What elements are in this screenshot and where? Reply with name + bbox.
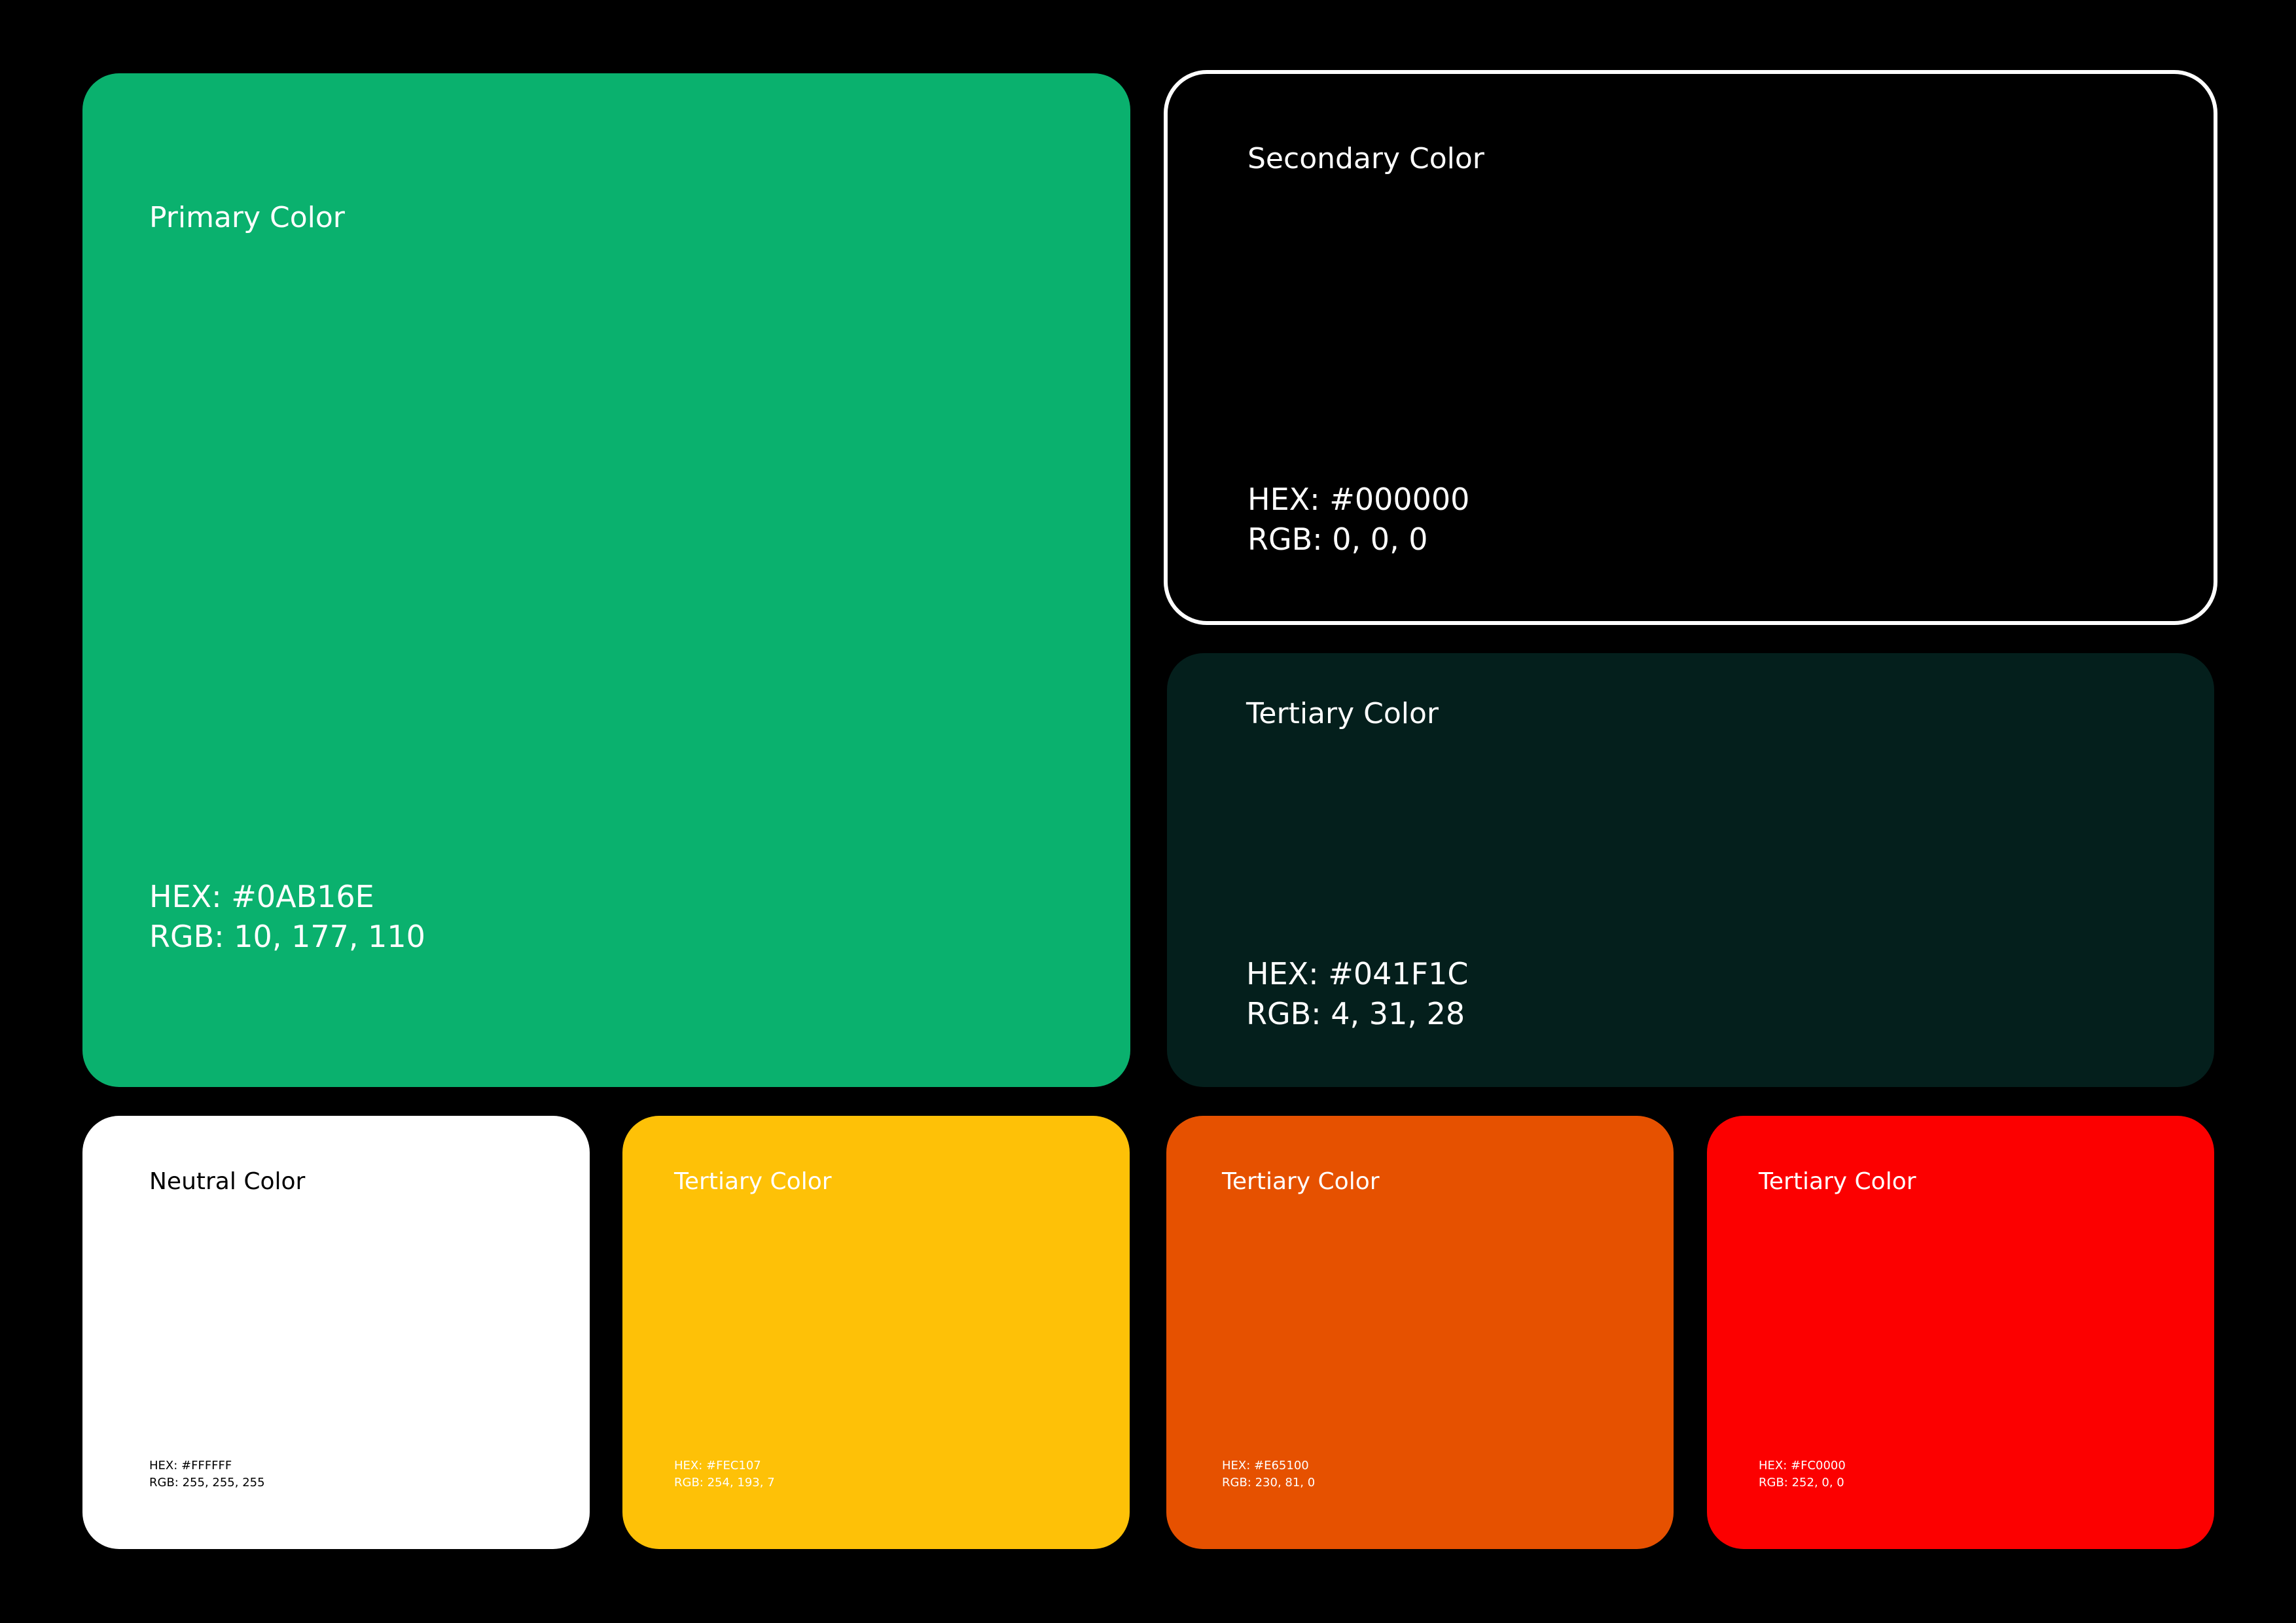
swatch-title: Primary Color [149,201,345,234]
hex-value: HEX: #FFFFFF [149,1459,232,1472]
swatch-values: HEX: #FEC107 RGB: 254, 193, 7 [674,1457,775,1491]
hex-value: HEX: #FC0000 [1759,1459,1846,1472]
hex-value: HEX: #041F1C [1246,956,1469,991]
tertiary-yellow-color-swatch: Tertiary Color HEX: #FEC107 RGB: 254, 19… [622,1116,1130,1549]
neutral-color-swatch: Neutral Color HEX: #FFFFFF RGB: 255, 255… [82,1116,590,1549]
swatch-title: Neutral Color [149,1168,306,1195]
rgb-value: RGB: 254, 193, 7 [674,1476,775,1490]
swatch-values: HEX: #E65100 RGB: 230, 81, 0 [1222,1457,1315,1491]
rgb-value: RGB: 10, 177, 110 [149,918,425,954]
tertiary-red-color-swatch: Tertiary Color HEX: #FC0000 RGB: 252, 0,… [1707,1116,2214,1549]
swatch-values: HEX: #041F1C RGB: 4, 31, 28 [1246,954,1468,1033]
swatch-title: Tertiary Color [1246,697,1439,730]
secondary-color-swatch: Secondary Color HEX: #000000 RGB: 0, 0, … [1164,70,2217,625]
hex-value: HEX: #0AB16E [149,879,374,914]
rgb-value: RGB: 230, 81, 0 [1222,1476,1316,1490]
swatch-title: Tertiary Color [1222,1168,1380,1195]
hex-value: HEX: #E65100 [1222,1459,1309,1472]
swatch-values: HEX: #0AB16E RGB: 10, 177, 110 [149,877,425,956]
swatch-title: Tertiary Color [674,1168,832,1195]
tertiary-dark-color-swatch: Tertiary Color HEX: #041F1C RGB: 4, 31, … [1167,653,2214,1087]
tertiary-orange-color-swatch: Tertiary Color HEX: #E65100 RGB: 230, 81… [1166,1116,1674,1549]
primary-color-swatch: Primary Color HEX: #0AB16E RGB: 10, 177,… [82,73,1130,1087]
rgb-value: RGB: 252, 0, 0 [1759,1476,1844,1490]
swatch-values: HEX: #FFFFFF RGB: 255, 255, 255 [149,1457,265,1491]
rgb-value: RGB: 0, 0, 0 [1247,521,1428,557]
hex-value: HEX: #FEC107 [674,1459,761,1472]
swatch-title: Secondary Color [1247,142,1484,175]
rgb-value: RGB: 255, 255, 255 [149,1476,265,1490]
swatch-values: HEX: #FC0000 RGB: 252, 0, 0 [1759,1457,1846,1491]
swatch-values: HEX: #000000 RGB: 0, 0, 0 [1247,480,1469,559]
swatch-title: Tertiary Color [1759,1168,1916,1195]
hex-value: HEX: #000000 [1247,482,1470,517]
rgb-value: RGB: 4, 31, 28 [1246,995,1465,1031]
